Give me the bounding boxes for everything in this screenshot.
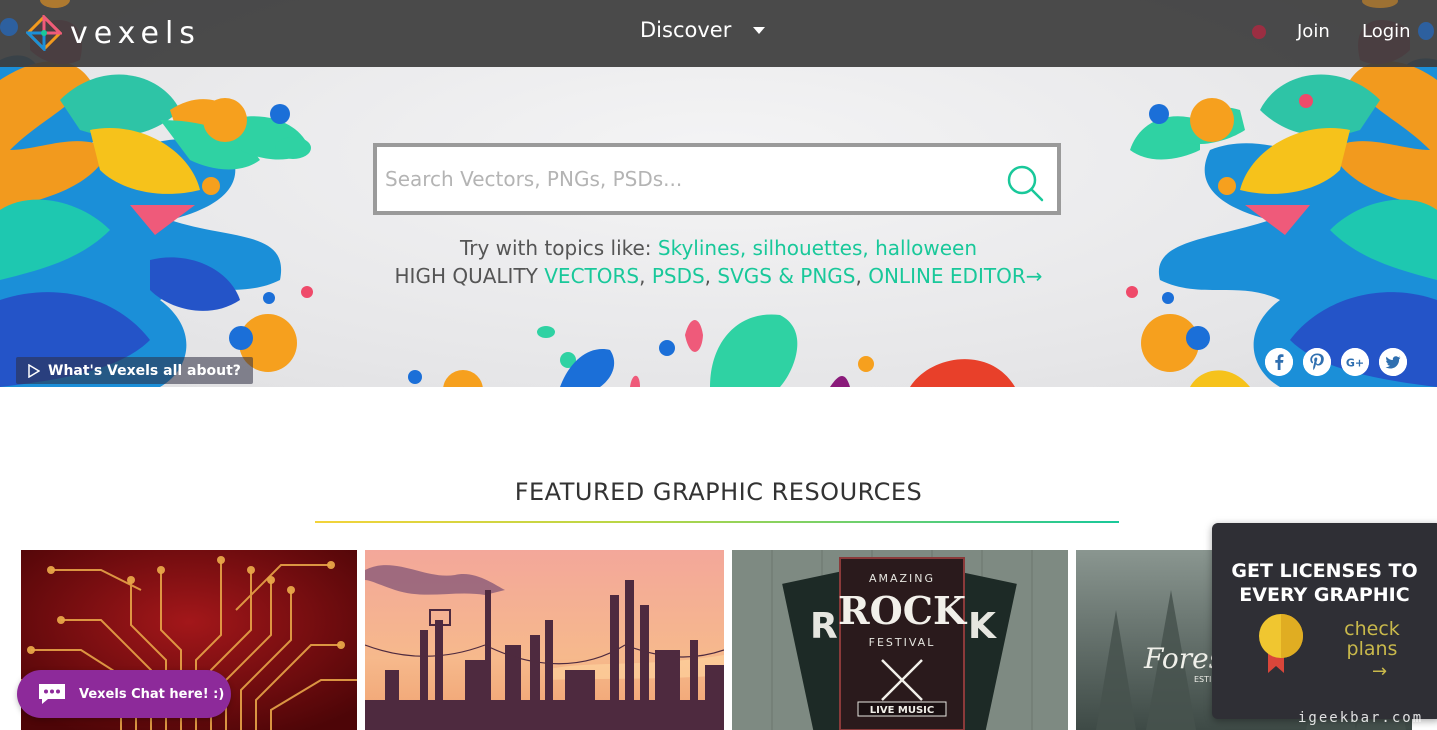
vectors-link[interactable]: VECTORS (544, 264, 639, 288)
poster-top-text: AMAZING (869, 572, 935, 585)
svg-text:G+: G+ (1346, 357, 1364, 370)
poster-sub-text: FESTIVAL (869, 636, 936, 649)
chat-widget-button[interactable]: Vexels Chat here! :) (17, 670, 231, 718)
chevron-down-icon (753, 26, 766, 34)
quality-separator: , (639, 264, 652, 288)
forest-badge-sub: ESTI (1194, 675, 1211, 684)
license-promo-panel[interactable]: GET LICENSES TO EVERY GRAPHIC check plan… (1212, 523, 1437, 719)
license-title: GET LICENSES TO EVERY GRAPHIC (1212, 559, 1437, 607)
poster-bottom-text: LIVE MUSIC (870, 705, 934, 716)
rock-poster-image: R K AMAZING ROCK FESTIVAL LIVE MUSIC (732, 550, 1068, 730)
social-links: G+ (1265, 348, 1407, 376)
medal-icon (1259, 614, 1303, 673)
nav-decor-dot (0, 18, 18, 36)
watermark-text: igeekbar.com (1298, 710, 1424, 726)
check-plans-link[interactable]: check plans (1342, 619, 1402, 659)
poster-side-left-text: R (810, 606, 838, 647)
psds-link[interactable]: PSDS (652, 264, 705, 288)
industrial-skyline-image (365, 550, 724, 730)
topic-separator: , (862, 236, 876, 260)
topic-separator: , (739, 236, 753, 260)
logo-wordmark: vexels (70, 15, 201, 51)
search-box (373, 143, 1061, 215)
quality-separator: , (704, 264, 718, 288)
arrow-right-icon: → (1372, 661, 1388, 682)
industrial-skyline-card[interactable] (365, 550, 724, 730)
search-icon[interactable] (1005, 163, 1045, 203)
login-link[interactable]: Login (1362, 21, 1411, 42)
featured-divider (315, 521, 1119, 523)
chat-label: Vexels Chat here! :) (79, 686, 225, 702)
topic-link-halloween[interactable]: halloween (875, 236, 977, 260)
online-editor-link[interactable]: ONLINE EDITOR (868, 264, 1026, 288)
discover-label: Discover (640, 18, 732, 42)
top-navbar: vexels Discover Join Login (0, 0, 1437, 67)
quality-separator: , (855, 264, 869, 288)
rock-festival-poster-card[interactable]: R K AMAZING ROCK FESTIVAL LIVE MUSIC (732, 550, 1068, 730)
pinterest-icon[interactable] (1303, 348, 1331, 376)
topic-link-skylines[interactable]: Skylines (658, 236, 740, 260)
discover-menu[interactable]: Discover (640, 18, 766, 42)
check-line2: plans (1346, 638, 1398, 660)
nav-decor-dot (1252, 25, 1266, 39)
nav-decor-dot (40, 0, 70, 8)
whats-vexels-button[interactable]: What's Vexels all about? (16, 357, 253, 384)
check-line1: check (1344, 618, 1400, 640)
topic-suggestions: Try with topics like: Skylines, silhouet… (0, 236, 1437, 260)
svgs-pngs-link[interactable]: SVGS & PNGS (717, 264, 855, 288)
chat-bubble-icon (39, 684, 65, 704)
license-title-line2: EVERY GRAPHIC (1239, 584, 1410, 606)
nav-decor-dot (1418, 22, 1434, 40)
quality-prefix: HIGH QUALITY (394, 264, 545, 288)
page: vexels Discover Join Login Try with topi… (0, 0, 1437, 730)
nav-decor-dot (1362, 0, 1398, 8)
whats-vexels-label: What's Vexels all about? (48, 362, 241, 379)
twitter-icon[interactable] (1379, 348, 1407, 376)
poster-side-right-text: K (968, 606, 997, 647)
license-title-line1: GET LICENSES TO (1231, 560, 1418, 582)
search-input[interactable] (385, 157, 985, 201)
topic-link-silhouettes[interactable]: silhouettes (753, 236, 863, 260)
google-plus-icon[interactable]: G+ (1341, 348, 1369, 376)
vexels-logo-icon (26, 15, 62, 51)
join-link[interactable]: Join (1297, 21, 1330, 42)
play-icon (28, 363, 40, 378)
featured-heading: FEATURED GRAPHIC RESOURCES (514, 478, 923, 506)
quality-line: HIGH QUALITY VECTORS, PSDS, SVGS & PNGS,… (0, 264, 1437, 288)
arrow-right-icon: → (1025, 264, 1043, 288)
topic-prefix: Try with topics like: (459, 236, 658, 260)
vexels-logo[interactable]: vexels (26, 14, 201, 52)
facebook-icon[interactable] (1265, 348, 1293, 376)
poster-main-text: ROCK (838, 588, 968, 633)
